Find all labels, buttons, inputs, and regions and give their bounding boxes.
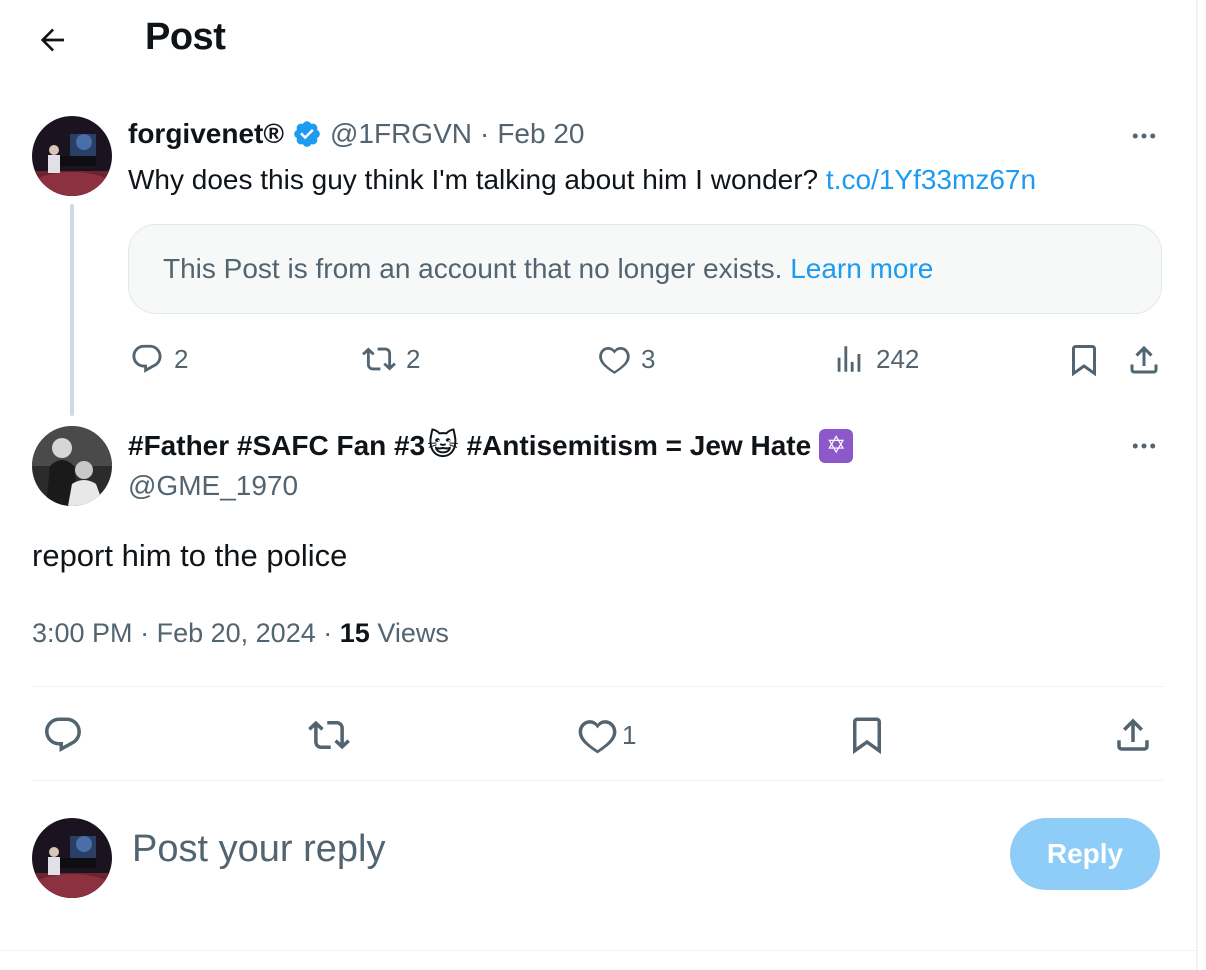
star-of-david-emoji: ✡: [819, 428, 854, 463]
thread-connector: [70, 204, 74, 416]
like-count: 1: [622, 719, 637, 750]
post-link[interactable]: t.co/1Yf33mz67n: [826, 164, 1036, 195]
post-date[interactable]: Feb 20: [497, 118, 584, 150]
reply-count: 2: [174, 343, 189, 374]
bookmark-icon: [1072, 345, 1096, 377]
share-icon: [1117, 718, 1149, 751]
separator-dot: ·: [323, 618, 333, 648]
heart-icon: [599, 346, 630, 374]
analytics-icon: [837, 346, 861, 372]
repost-count: 2: [406, 343, 421, 374]
avatar[interactable]: [32, 116, 112, 196]
view-count: 242: [876, 343, 920, 374]
avatar-image: [32, 116, 112, 196]
reply-bubble-icon: [45, 717, 81, 752]
cat-emoji: 😺: [427, 429, 459, 462]
repost-action[interactable]: [308, 714, 350, 756]
views-action[interactable]: 242: [832, 342, 919, 376]
unavailable-post-notice: This Post is from an account that no lon…: [128, 224, 1162, 314]
reply-action[interactable]: [42, 714, 84, 756]
more-horizontal-icon: [1132, 133, 1156, 139]
share-button[interactable]: [1126, 342, 1162, 378]
page-title: Post: [145, 16, 226, 58]
post-text: report him to the police: [32, 538, 348, 573]
separator-dot: ·: [479, 118, 490, 149]
divider: [32, 686, 1164, 687]
reply-input[interactable]: [132, 828, 892, 871]
repost-icon: [308, 720, 350, 750]
author-name-part1[interactable]: #Father #SAFC Fan #3: [128, 430, 425, 462]
avatar[interactable]: [32, 818, 112, 898]
more-options-button[interactable]: [1122, 114, 1166, 158]
separator-dot: ·: [140, 618, 150, 648]
divider: [32, 780, 1164, 781]
like-count: 3: [641, 343, 656, 374]
avatar-image: [32, 818, 112, 898]
divider: [0, 950, 1196, 951]
learn-more-link[interactable]: Learn more: [790, 253, 933, 285]
heart-icon: [578, 720, 617, 754]
bookmark-icon: [853, 717, 881, 755]
avatar[interactable]: [32, 426, 112, 506]
avatar-image: [32, 426, 112, 506]
arrow-left-icon: [40, 28, 64, 52]
column-border: [1196, 0, 1198, 970]
back-button[interactable]: [30, 18, 74, 62]
post-metadata: 3:00 PM · Feb 20, 2024 · 15 Views: [32, 618, 449, 649]
post-text: Why does this guy think I'm talking abou…: [128, 164, 819, 195]
reply-action[interactable]: 2: [130, 342, 188, 376]
reply-bubble-icon: [132, 344, 162, 373]
more-options-button[interactable]: [1122, 424, 1166, 468]
post-date[interactable]: Feb 20, 2024: [157, 618, 316, 648]
views-label: Views: [377, 618, 449, 648]
more-horizontal-icon: [1132, 443, 1156, 449]
like-action[interactable]: 1: [576, 714, 636, 756]
like-action[interactable]: 3: [597, 342, 655, 376]
views-count[interactable]: 15: [340, 618, 370, 648]
notice-text: This Post is from an account that no lon…: [163, 253, 783, 284]
reply-button[interactable]: Reply: [1010, 818, 1160, 890]
verified-badge-icon: [294, 121, 320, 147]
repost-action[interactable]: 2: [362, 342, 420, 376]
author-handle[interactable]: @1FRGVN: [330, 118, 472, 150]
author-name[interactable]: forgivenet®: [128, 118, 284, 150]
share-button[interactable]: [1112, 714, 1154, 756]
bookmark-button[interactable]: [846, 714, 888, 756]
author-handle[interactable]: @GME_1970: [128, 470, 298, 502]
post-time[interactable]: 3:00 PM: [32, 618, 133, 648]
repost-icon: [362, 347, 396, 371]
bookmark-button[interactable]: [1066, 342, 1102, 378]
share-icon: [1130, 345, 1158, 374]
author-name-part2[interactable]: #Antisemitism = Jew Hate: [466, 430, 811, 462]
